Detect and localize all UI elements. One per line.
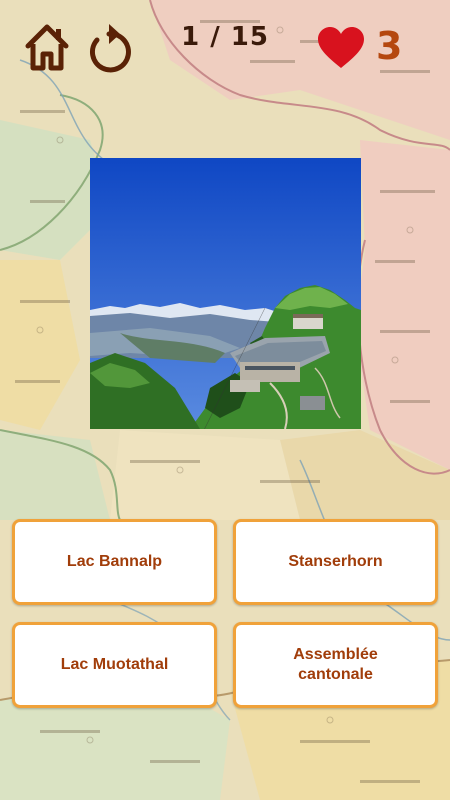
question-progress: 1 / 15 bbox=[181, 22, 269, 52]
answer-option-4[interactable]: Assemblée cantonale bbox=[233, 622, 438, 708]
answer-option-2[interactable]: Stanserhorn bbox=[233, 519, 438, 605]
answer-option-1[interactable]: Lac Bannalp bbox=[12, 519, 217, 605]
replay-icon[interactable] bbox=[84, 20, 134, 74]
top-bar: 1 / 15 3 bbox=[0, 0, 450, 80]
quiz-photo bbox=[90, 158, 361, 429]
answer-option-3[interactable]: Lac Muotathal bbox=[12, 622, 217, 708]
home-icon[interactable] bbox=[24, 22, 70, 72]
heart-icon bbox=[318, 27, 364, 68]
lives-count: 3 bbox=[376, 24, 403, 68]
